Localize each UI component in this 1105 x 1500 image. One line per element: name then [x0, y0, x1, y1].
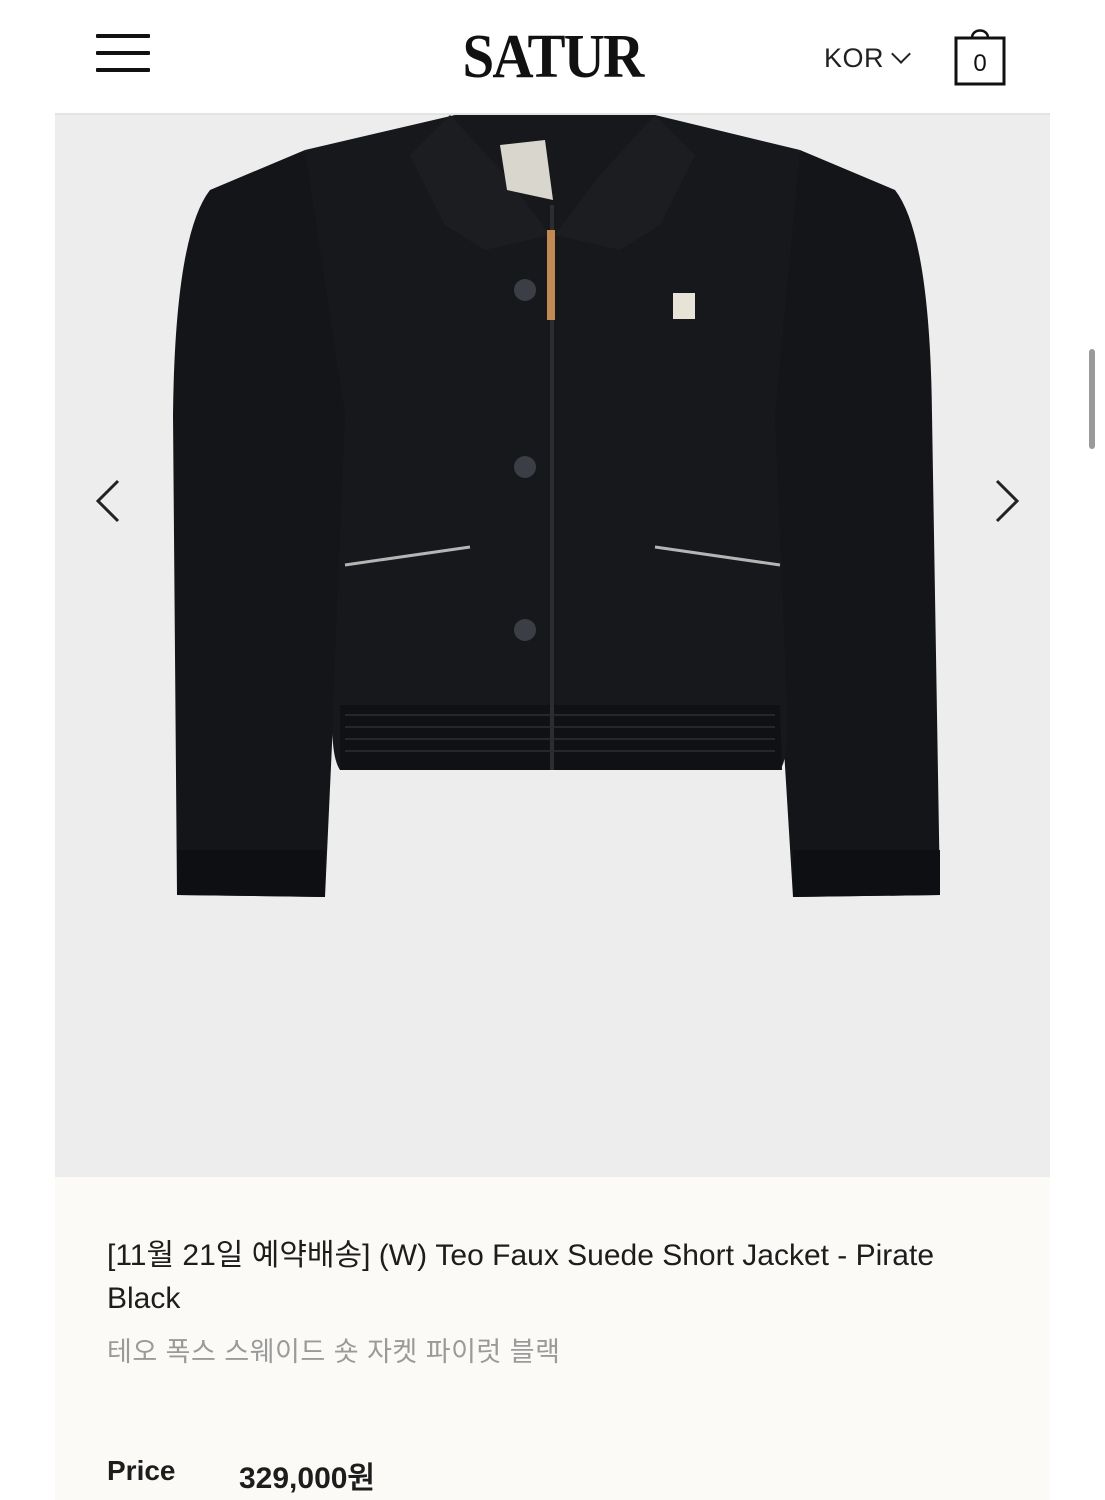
product-subtitle: 테오 폭스 스웨이드 숏 자켓 파이럿 블랙: [107, 1337, 561, 1367]
language-label: KOR: [824, 42, 885, 73]
product-info-panel: [11월 21일 예약배송] (W) Teo Faux Suede Short …: [55, 1177, 1050, 1500]
site-header: SATUR KOR 0: [0, 0, 1105, 115]
product-title: [11월 21일 예약배송] (W) Teo Faux Suede Short …: [107, 1239, 935, 1315]
chevron-down-icon: [891, 44, 911, 64]
price-value: 329,000원: [239, 1462, 376, 1495]
language-selector[interactable]: KOR: [824, 40, 911, 76]
chevron-left-icon[interactable]: [90, 471, 130, 531]
cart-button[interactable]: 0: [952, 22, 1008, 86]
product-image: [173, 115, 940, 897]
scrollbar-thumb[interactable]: [1089, 349, 1095, 449]
product-page: SATUR KOR 0 [11월 21일 예약배송] (W) Teo Faux …: [0, 0, 1105, 1500]
brand-logo[interactable]: SATUR: [440, 22, 665, 92]
price-label: Price: [107, 1455, 176, 1486]
product-image-gallery[interactable]: [55, 115, 1050, 1177]
cart-count: 0: [973, 50, 987, 77]
chevron-right-icon[interactable]: [985, 471, 1025, 531]
hamburger-menu-icon[interactable]: [96, 32, 150, 78]
